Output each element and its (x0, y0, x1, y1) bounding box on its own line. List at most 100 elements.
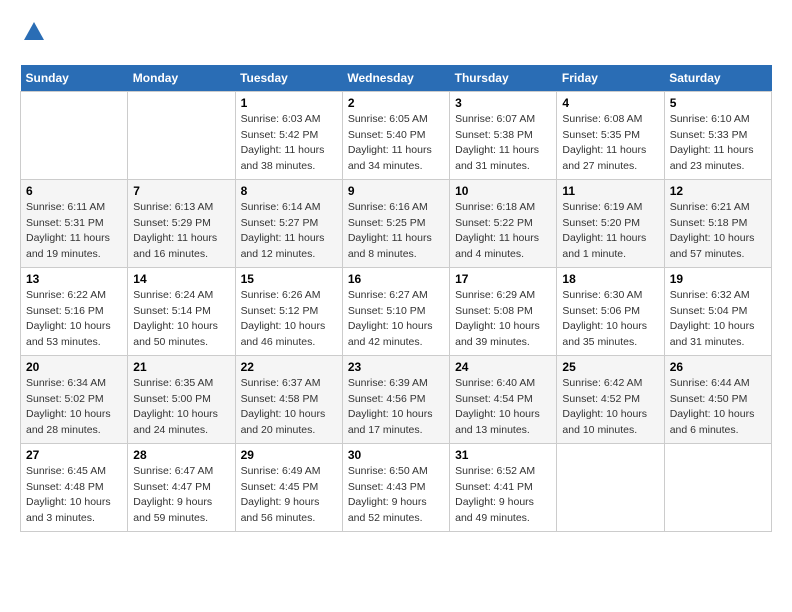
day-number: 18 (562, 272, 658, 286)
column-header-friday: Friday (557, 65, 664, 92)
calendar-cell: 12 Sunrise: 6:21 AMSunset: 5:18 PMDayligh… (664, 179, 771, 267)
day-number: 24 (455, 360, 551, 374)
day-number: 28 (133, 448, 229, 462)
day-info: Sunrise: 6:37 AMSunset: 4:58 PMDaylight:… (241, 376, 337, 439)
day-info: Sunrise: 6:42 AMSunset: 4:52 PMDaylight:… (562, 376, 658, 439)
day-number: 20 (26, 360, 122, 374)
day-info: Sunrise: 6:10 AMSunset: 5:33 PMDaylight:… (670, 112, 766, 175)
day-info: Sunrise: 6:19 AMSunset: 5:20 PMDaylight:… (562, 200, 658, 263)
calendar-cell: 8 Sunrise: 6:14 AMSunset: 5:27 PMDaylight… (235, 179, 342, 267)
day-number: 31 (455, 448, 551, 462)
calendar-cell: 23 Sunrise: 6:39 AMSunset: 4:56 PMDayligh… (342, 355, 449, 443)
calendar-cell: 15Sunrise: 6:26 AMSunset: 5:12 PMDayligh… (235, 267, 342, 355)
calendar-cell (557, 443, 664, 531)
day-number: 6 (26, 184, 122, 198)
calendar-cell: 2Sunrise: 6:05 AMSunset: 5:40 PMDaylight… (342, 91, 449, 179)
day-number: 8 (241, 184, 337, 198)
day-number: 3 (455, 96, 551, 110)
day-number: 17 (455, 272, 551, 286)
week-row-3: 13Sunrise: 6:22 AMSunset: 5:16 PMDayligh… (21, 267, 772, 355)
day-info: Sunrise: 6:49 AMSunset: 4:45 PMDaylight:… (241, 464, 337, 527)
calendar-cell: 29Sunrise: 6:49 AMSunset: 4:45 PMDayligh… (235, 443, 342, 531)
week-row-4: 20 Sunrise: 6:34 AMSunset: 5:02 PMDayligh… (21, 355, 772, 443)
day-number: 10 (455, 184, 551, 198)
day-number: 16 (348, 272, 444, 286)
week-row-5: 27 Sunrise: 6:45 AMSunset: 4:48 PMDayligh… (21, 443, 772, 531)
calendar-cell: 21 Sunrise: 6:35 AMSunset: 5:00 PMDayligh… (128, 355, 235, 443)
column-header-saturday: Saturday (664, 65, 771, 92)
calendar-cell: 9 Sunrise: 6:16 AMSunset: 5:25 PMDaylight… (342, 179, 449, 267)
day-info: Sunrise: 6:45 AMSunset: 4:48 PMDaylight:… (26, 464, 122, 527)
day-info: Sunrise: 6:13 AMSunset: 5:29 PMDaylight:… (133, 200, 229, 263)
day-number: 4 (562, 96, 658, 110)
calendar-cell: 4 Sunrise: 6:08 AMSunset: 5:35 PMDaylight… (557, 91, 664, 179)
logo (20, 20, 46, 49)
day-info: Sunrise: 6:07 AMSunset: 5:38 PMDaylight:… (455, 112, 551, 175)
day-number: 9 (348, 184, 444, 198)
week-row-2: 6Sunrise: 6:11 AMSunset: 5:31 PMDaylight… (21, 179, 772, 267)
day-info: Sunrise: 6:32 AMSunset: 5:04 PMDaylight:… (670, 288, 766, 351)
day-info: Sunrise: 6:34 AMSunset: 5:02 PMDaylight:… (26, 376, 122, 439)
column-header-row: SundayMondayTuesdayWednesdayThursdayFrid… (21, 65, 772, 92)
day-info: Sunrise: 6:24 AMSunset: 5:14 PMDaylight:… (133, 288, 229, 351)
day-number: 25 (562, 360, 658, 374)
calendar-cell: 16 Sunrise: 6:27 AMSunset: 5:10 PMDayligh… (342, 267, 449, 355)
column-header-tuesday: Tuesday (235, 65, 342, 92)
day-info: Sunrise: 6:18 AMSunset: 5:22 PMDaylight:… (455, 200, 551, 263)
column-header-wednesday: Wednesday (342, 65, 449, 92)
day-number: 7 (133, 184, 229, 198)
day-info: Sunrise: 6:44 AMSunset: 4:50 PMDaylight:… (670, 376, 766, 439)
day-info: Sunrise: 6:47 AMSunset: 4:47 PMDaylight:… (133, 464, 229, 527)
day-info: Sunrise: 6:52 AMSunset: 4:41 PMDaylight:… (455, 464, 551, 527)
calendar-cell: 11 Sunrise: 6:19 AMSunset: 5:20 PMDayligh… (557, 179, 664, 267)
calendar-table: SundayMondayTuesdayWednesdayThursdayFrid… (20, 65, 772, 532)
day-info: Sunrise: 6:39 AMSunset: 4:56 PMDaylight:… (348, 376, 444, 439)
calendar-cell: 28 Sunrise: 6:47 AMSunset: 4:47 PMDayligh… (128, 443, 235, 531)
column-header-thursday: Thursday (450, 65, 557, 92)
calendar-cell: 26 Sunrise: 6:44 AMSunset: 4:50 PMDayligh… (664, 355, 771, 443)
day-number: 14 (133, 272, 229, 286)
day-number: 15 (241, 272, 337, 286)
calendar-cell: 22 Sunrise: 6:37 AMSunset: 4:58 PMDayligh… (235, 355, 342, 443)
calendar-cell (21, 91, 128, 179)
calendar-cell: 20 Sunrise: 6:34 AMSunset: 5:02 PMDayligh… (21, 355, 128, 443)
calendar-cell: 1 Sunrise: 6:03 AMSunset: 5:42 PMDaylight… (235, 91, 342, 179)
day-info: Sunrise: 6:35 AMSunset: 5:00 PMDaylight:… (133, 376, 229, 439)
day-number: 21 (133, 360, 229, 374)
day-number: 11 (562, 184, 658, 198)
calendar-cell: 6Sunrise: 6:11 AMSunset: 5:31 PMDaylight… (21, 179, 128, 267)
day-info: Sunrise: 6:27 AMSunset: 5:10 PMDaylight:… (348, 288, 444, 351)
day-number: 27 (26, 448, 122, 462)
day-number: 13 (26, 272, 122, 286)
day-number: 1 (241, 96, 337, 110)
day-number: 23 (348, 360, 444, 374)
day-info: Sunrise: 6:08 AMSunset: 5:35 PMDaylight:… (562, 112, 658, 175)
day-number: 5 (670, 96, 766, 110)
calendar-cell: 17Sunrise: 6:29 AMSunset: 5:08 PMDayligh… (450, 267, 557, 355)
day-number: 12 (670, 184, 766, 198)
calendar-cell (664, 443, 771, 531)
day-info: Sunrise: 6:21 AMSunset: 5:18 PMDaylight:… (670, 200, 766, 263)
day-info: Sunrise: 6:16 AMSunset: 5:25 PMDaylight:… (348, 200, 444, 263)
day-info: Sunrise: 6:50 AMSunset: 4:43 PMDaylight:… (348, 464, 444, 527)
day-number: 26 (670, 360, 766, 374)
day-number: 2 (348, 96, 444, 110)
day-number: 19 (670, 272, 766, 286)
calendar-cell: 3 Sunrise: 6:07 AMSunset: 5:38 PMDaylight… (450, 91, 557, 179)
day-info: Sunrise: 6:03 AMSunset: 5:42 PMDaylight:… (241, 112, 337, 175)
day-info: Sunrise: 6:14 AMSunset: 5:27 PMDaylight:… (241, 200, 337, 263)
calendar-cell: 31 Sunrise: 6:52 AMSunset: 4:41 PMDayligh… (450, 443, 557, 531)
page-header (20, 20, 772, 49)
calendar-cell: 5 Sunrise: 6:10 AMSunset: 5:33 PMDaylight… (664, 91, 771, 179)
column-header-sunday: Sunday (21, 65, 128, 92)
calendar-cell: 19 Sunrise: 6:32 AMSunset: 5:04 PMDayligh… (664, 267, 771, 355)
calendar-cell: 18Sunrise: 6:30 AMSunset: 5:06 PMDayligh… (557, 267, 664, 355)
day-info: Sunrise: 6:40 AMSunset: 4:54 PMDaylight:… (455, 376, 551, 439)
calendar-cell: 27 Sunrise: 6:45 AMSunset: 4:48 PMDayligh… (21, 443, 128, 531)
calendar-cell: 25 Sunrise: 6:42 AMSunset: 4:52 PMDayligh… (557, 355, 664, 443)
calendar-cell: 7 Sunrise: 6:13 AMSunset: 5:29 PMDaylight… (128, 179, 235, 267)
calendar-cell: 13Sunrise: 6:22 AMSunset: 5:16 PMDayligh… (21, 267, 128, 355)
day-number: 22 (241, 360, 337, 374)
column-header-monday: Monday (128, 65, 235, 92)
logo-icon (22, 20, 46, 44)
